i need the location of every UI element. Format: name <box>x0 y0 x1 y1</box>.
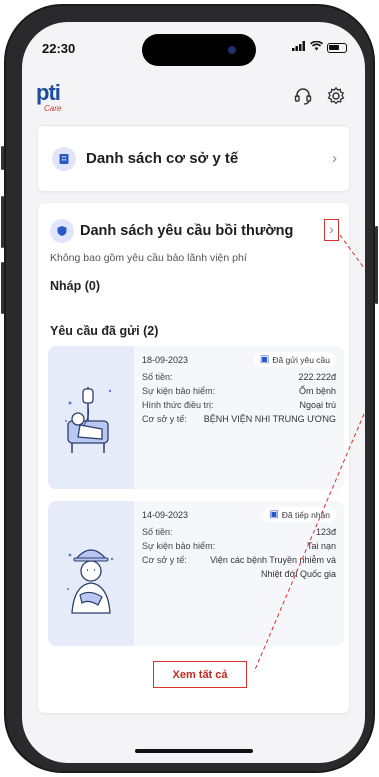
annotation-dashed-line <box>253 234 365 673</box>
mute-switch <box>1 146 4 170</box>
screen: 22:30 pti Care Danh sách cơ sở y tế › Da… <box>22 22 365 763</box>
home-indicator <box>135 749 253 753</box>
dash-segment-top <box>339 234 365 269</box>
volume-down-button <box>1 262 4 314</box>
power-button <box>375 226 378 304</box>
dash-segment-bottom <box>253 413 365 673</box>
volume-up-button <box>1 196 4 248</box>
